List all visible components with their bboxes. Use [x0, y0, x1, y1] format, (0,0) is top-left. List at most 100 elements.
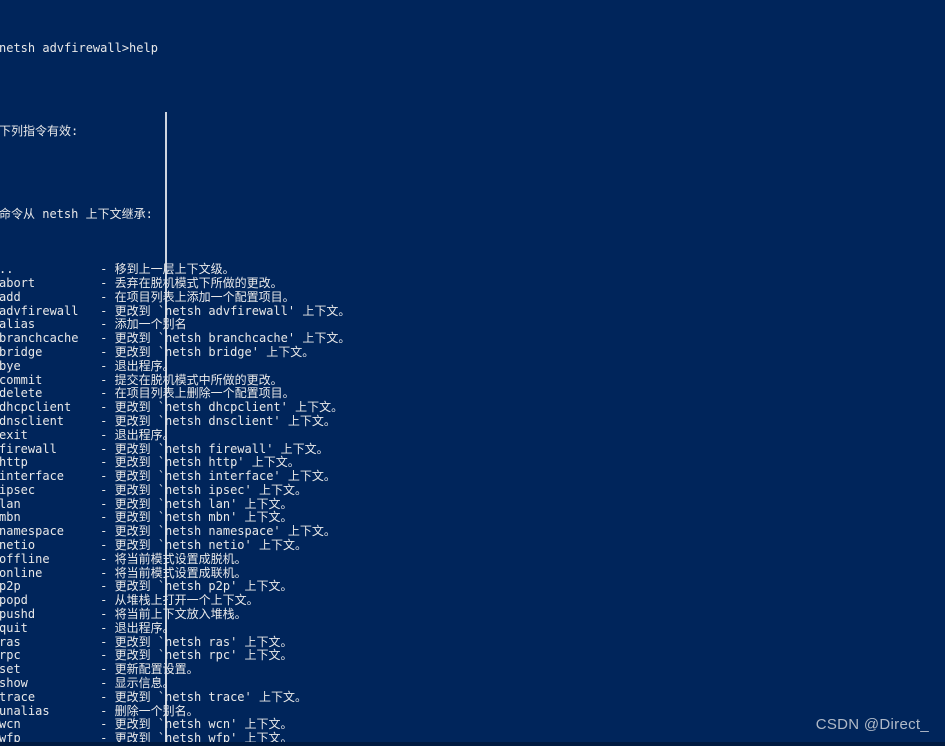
command-dash: -	[100, 676, 115, 691]
command-dash: -	[100, 413, 115, 428]
command-dash: -	[100, 262, 115, 277]
command-name: set	[0, 662, 101, 677]
command-name: offline	[0, 551, 101, 566]
command-name: p2p	[0, 579, 101, 594]
command-description: 在项目列表上添加一个配置项目。	[114, 289, 295, 304]
console-text-buffer[interactable]: netsh advfirewall>help 下列指令有效: 命令从 netsh…	[0, 1, 415, 746]
command-name: show	[0, 676, 101, 691]
command-description: 在项目列表上删除一个配置项目。	[114, 386, 295, 401]
command-description: 更改到 `netsh p2p' 上下文。	[114, 579, 293, 594]
command-row: bridge - 更改到 `netsh bridge' 上下文。	[0, 344, 415, 360]
command-dash: -	[100, 593, 115, 608]
command-dash: -	[100, 469, 115, 484]
inherited-command-list: .. - 移到上一层上下文级。 abort - 丢弃在脱机模式下所做的更改。 add…	[0, 262, 415, 746]
command-row: popd - 从堆栈上打开一个上下文。	[0, 593, 415, 608]
command-name: bridge	[0, 344, 101, 359]
command-description: 更改到 `netsh mbn' 上下文。	[114, 510, 293, 525]
command-row: offline - 将当前模式设置成脱机。	[0, 551, 415, 567]
window-bottom-edge	[0, 742, 945, 746]
command-description: 添加一个别名	[114, 317, 187, 332]
command-dash: -	[100, 303, 115, 318]
command-dash: -	[100, 482, 115, 497]
command-description: 更改到 `netsh trace' 上下文。	[114, 689, 307, 704]
command-row: branchcache - 更改到 `netsh branchcache' 上下…	[0, 331, 415, 346]
command-description: 将当前上下文放入堆栈。	[114, 607, 247, 622]
command-name: advfirewall	[0, 303, 101, 318]
command-name: mbn	[0, 510, 101, 525]
command-row: add - 在项目列表上添加一个配置项目。	[0, 289, 415, 305]
console-window[interactable]: netsh advfirewall>help 下列指令有效: 命令从 netsh…	[0, 0, 945, 746]
command-dash: -	[100, 565, 115, 580]
command-dash: -	[100, 579, 115, 594]
command-name: lan	[0, 496, 101, 511]
command-row: pushd - 将当前上下文放入堆栈。	[0, 607, 415, 622]
command-dash: -	[100, 524, 115, 539]
command-name: delete	[0, 386, 101, 401]
heading-inherited-commands: 命令从 netsh 上下文继承:	[0, 206, 153, 221]
command-description: 更改到 `netsh firewall' 上下文。	[114, 441, 329, 456]
command-dash: -	[100, 344, 115, 359]
command-description: 更改到 `netsh dhcpclient' 上下文。	[114, 400, 344, 415]
command-row: show - 显示信息。	[0, 676, 415, 691]
command-name: add	[0, 289, 101, 304]
command-description: 更改到 `netsh wcn' 上下文。	[114, 717, 293, 732]
command-dash: -	[100, 607, 115, 622]
command-name: alias	[0, 317, 101, 332]
command-name: netio	[0, 538, 101, 553]
command-dash: -	[100, 372, 115, 387]
command-dash: -	[100, 427, 115, 442]
command-description: 提交在脱机模式中所做的更改。	[114, 372, 283, 387]
command-description: 丢弃在脱机模式下所做的更改。	[114, 275, 283, 290]
command-row: netio - 更改到 `netsh netio' 上下文。	[0, 538, 415, 553]
command-dash: -	[100, 538, 115, 553]
command-row: exit - 退出程序。	[0, 427, 415, 443]
command-dash: -	[100, 551, 115, 566]
command-description: 退出程序。	[114, 427, 175, 442]
command-description: 更改到 `netsh advfirewall' 上下文。	[114, 303, 351, 318]
command-description: 移到上一层上下文级。	[114, 262, 235, 277]
command-row: .. - 移到上一层上下文级。	[0, 262, 415, 277]
command-name: pushd	[0, 607, 101, 622]
command-name: dnsclient	[0, 413, 101, 428]
command-description: 更改到 `netsh namespace' 上下文。	[114, 524, 336, 539]
command-name: commit	[0, 372, 101, 387]
command-name: trace	[0, 689, 101, 704]
command-row: dnsclient - 更改到 `netsh dnsclient' 上下文。	[0, 413, 415, 429]
command-name: exit	[0, 427, 101, 442]
command-dash: -	[100, 496, 115, 511]
command-description: 退出程序。	[114, 620, 175, 635]
command-description: 更改到 `netsh dnsclient' 上下文。	[114, 413, 336, 428]
command-row: set - 更新配置设置。	[0, 662, 415, 677]
command-name: bye	[0, 358, 101, 373]
command-description: 退出程序。	[114, 358, 175, 373]
command-name: unalias	[0, 703, 101, 718]
command-description: 更改到 `netsh ras' 上下文。	[114, 634, 293, 649]
command-description: 显示信息。	[114, 676, 175, 691]
command-dash: -	[100, 634, 115, 649]
command-dash: -	[100, 331, 115, 346]
command-dash: -	[100, 289, 115, 304]
command-name: interface	[0, 469, 101, 484]
command-name: quit	[0, 620, 101, 635]
command-description: 更改到 `netsh netio' 上下文。	[114, 538, 307, 553]
heading-available-commands: 下列指令有效:	[0, 124, 79, 139]
command-description: 更改到 `netsh bridge' 上下文。	[114, 344, 315, 359]
command-row: dhcpclient - 更改到 `netsh dhcpclient' 上下文。	[0, 400, 415, 415]
command-row: bye - 退出程序。	[0, 358, 415, 374]
command-dash: -	[100, 455, 115, 470]
command-description: 更改到 `netsh http' 上下文。	[114, 455, 300, 470]
command-name: namespace	[0, 524, 101, 539]
command-description: 更改到 `netsh branchcache' 上下文。	[114, 331, 351, 346]
command-name: firewall	[0, 441, 101, 456]
command-row: namespace - 更改到 `netsh namespace' 上下文。	[0, 524, 415, 539]
command-description: 更改到 `netsh lan' 上下文。	[114, 496, 293, 511]
command-description: 从堆栈上打开一个上下文。	[114, 593, 259, 608]
command-description: 更改到 `netsh ipsec' 上下文。	[114, 482, 307, 497]
command-name: ipsec	[0, 482, 101, 497]
command-dash: -	[100, 689, 115, 704]
command-dash: -	[100, 441, 115, 456]
command-dash: -	[100, 510, 115, 525]
command-row: abort - 丢弃在脱机模式下所做的更改。	[0, 275, 415, 291]
command-name: ..	[0, 262, 101, 277]
